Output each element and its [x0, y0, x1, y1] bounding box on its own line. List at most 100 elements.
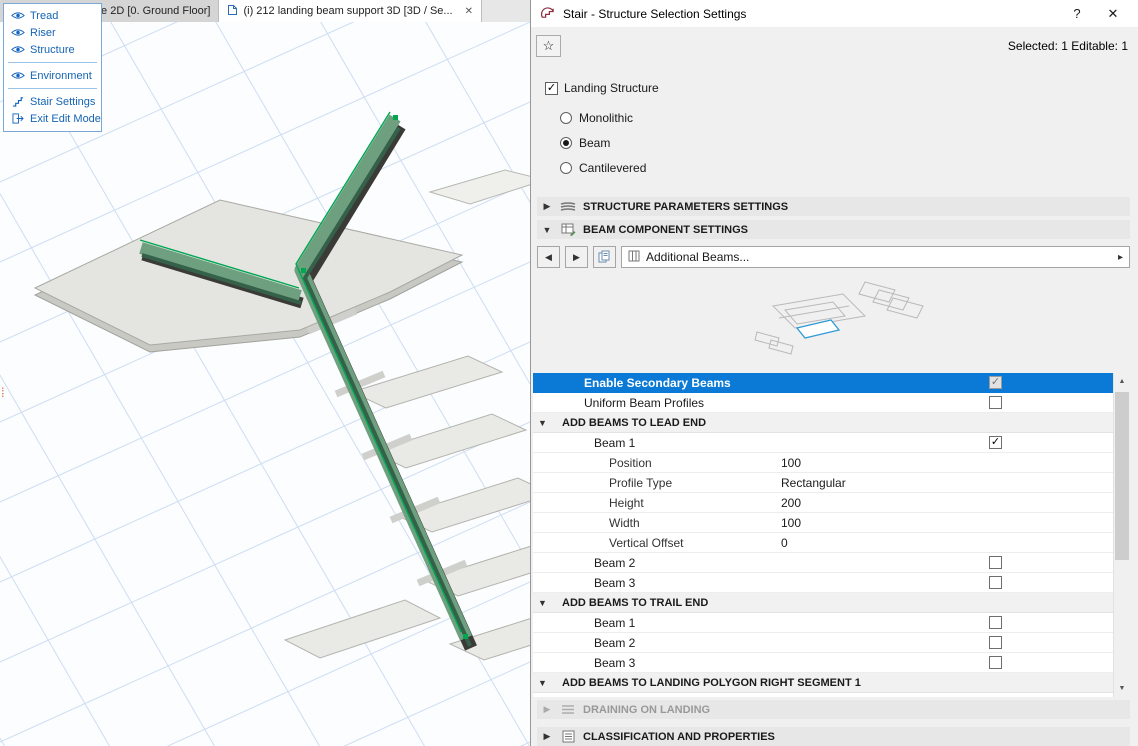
radio-icon[interactable]	[560, 162, 572, 174]
beam-preview-image	[531, 274, 1138, 370]
row-label: ADD BEAMS TO LANDING POLYGON RIGHT SEGME…	[533, 677, 861, 689]
structure-type-radio-group: Monolithic Beam Cantilevered	[560, 105, 1138, 180]
chevron-right-icon[interactable]: ▶	[541, 201, 553, 212]
table-row[interactable]: Beam 1	[533, 613, 1113, 633]
table-row[interactable]: Position100	[533, 453, 1113, 473]
draining-icon	[558, 704, 578, 715]
tab-close-icon[interactable]: ✕	[465, 6, 473, 17]
edit-panel-item-structure[interactable]: Structure	[4, 41, 101, 58]
stair-settings-icon	[10, 96, 25, 107]
row-value[interactable]: 100	[781, 516, 801, 530]
chevron-down-icon[interactable]: ▼	[538, 418, 547, 428]
close-icon[interactable]: ✕	[1098, 6, 1128, 22]
chevron-right-icon[interactable]: ▶	[541, 704, 553, 715]
section-label: CLASSIFICATION AND PROPERTIES	[583, 731, 775, 743]
row-checkbox[interactable]	[989, 616, 1002, 629]
tab-landing-beam-3d[interactable]: (i) 212 landing beam support 3D [3D / Se…	[219, 0, 482, 22]
edit-panel-item-environment[interactable]: Environment	[4, 67, 101, 84]
row-label: Beam 2	[533, 636, 635, 650]
arrow-left-icon: ◀	[545, 252, 552, 263]
section-structure-parameters[interactable]: ▶ STRUCTURE PARAMETERS SETTINGS	[537, 197, 1130, 216]
table-row[interactable]: Uniform Beam Profiles	[533, 393, 1113, 413]
table-row[interactable]: Beam 2	[533, 633, 1113, 653]
radio-cantilevered[interactable]: Cantilevered	[560, 155, 1138, 180]
section-beam-component[interactable]: ▼ BEAM COMPONENT SETTINGS	[537, 220, 1130, 239]
row-label: ADD BEAMS TO TRAIL END	[533, 597, 708, 609]
section-classification-properties[interactable]: ▶ CLASSIFICATION AND PROPERTIES	[537, 727, 1130, 746]
table-row[interactable]: Enable Secondary Beams✓	[533, 373, 1113, 393]
row-label: Height	[533, 496, 644, 510]
table-row[interactable]: Height 200	[533, 493, 1113, 513]
row-checkbox[interactable]	[989, 576, 1002, 589]
table-group-row[interactable]: ▼ADD BEAMS TO LEAD END	[533, 413, 1113, 433]
row-checkbox[interactable]	[989, 636, 1002, 649]
scrollbar-thumb[interactable]	[1115, 392, 1129, 560]
edit-panel-label: Tread	[30, 10, 58, 22]
section-draining-on-landing[interactable]: ▶ DRAINING ON LANDING	[537, 700, 1130, 719]
radio-icon[interactable]	[560, 137, 572, 149]
table-row[interactable]: Beam 2	[533, 553, 1113, 573]
row-checkbox[interactable]	[989, 656, 1002, 669]
table-scrollbar[interactable]: ▲ ▼	[1113, 373, 1130, 697]
eye-icon	[10, 11, 25, 20]
row-checkbox[interactable]: ✓	[989, 376, 1002, 389]
row-label: ADD BEAMS TO LEAD END	[533, 417, 706, 429]
landing-structure-checkbox-row[interactable]: ✓ Landing Structure	[545, 81, 1138, 95]
row-value[interactable]: 200	[781, 496, 801, 510]
row-label: Beam 3	[533, 656, 635, 670]
previous-page-button[interactable]: ◀	[537, 246, 560, 268]
row-checkbox[interactable]	[989, 396, 1002, 409]
table-row[interactable]: Beam 3	[533, 573, 1113, 593]
landing-structure-label: Landing Structure	[564, 81, 659, 95]
row-value[interactable]: 0	[781, 536, 788, 550]
scroll-up-icon[interactable]: ▲	[1114, 373, 1130, 390]
table-row[interactable]: Beam 1✓	[533, 433, 1113, 453]
scrollbar-track[interactable]	[1114, 390, 1130, 680]
landing-structure-checkbox[interactable]: ✓	[545, 82, 558, 95]
row-label: Beam 2	[533, 556, 635, 570]
row-label: Uniform Beam Profiles	[533, 396, 704, 410]
pager-next-icon[interactable]: ▸	[1118, 252, 1123, 263]
edit-panel-label: Environment	[30, 70, 92, 82]
edit-panel-item-exit-edit-mode[interactable]: Exit Edit Mode	[4, 110, 101, 127]
edit-panel-label: Exit Edit Mode	[30, 113, 101, 125]
row-value[interactable]: 100	[781, 456, 801, 470]
dialog-titlebar: Stair - Structure Selection Settings ? ✕	[531, 0, 1138, 27]
radio-label: Cantilevered	[579, 161, 646, 175]
scroll-down-icon[interactable]: ▼	[1114, 680, 1130, 697]
arrow-right-icon: ▶	[573, 252, 580, 263]
radio-monolithic[interactable]: Monolithic	[560, 105, 1138, 130]
chevron-down-icon[interactable]: ▼	[538, 598, 547, 608]
row-label: Profile Type	[533, 476, 672, 490]
transfer-settings-button[interactable]	[593, 246, 616, 268]
chevron-down-icon[interactable]: ▼	[541, 225, 553, 235]
edit-panel-label: Structure	[30, 44, 75, 56]
edit-panel-item-tread[interactable]: Tread	[4, 7, 101, 24]
table-group-row[interactable]: ▼ADD BEAMS TO LANDING POLYGON RIGHT SEGM…	[533, 673, 1113, 693]
help-icon[interactable]: ?	[1064, 6, 1090, 21]
table-row[interactable]: Profile Type Rectangular	[533, 473, 1113, 493]
palette-dock-marker[interactable]: ⁞	[1, 388, 5, 397]
table-row[interactable]: Vertical Offset0	[533, 533, 1113, 553]
chevron-down-icon[interactable]: ▼	[538, 678, 547, 688]
additional-beams-dropdown[interactable]: Additional Beams... ▸	[621, 246, 1130, 268]
row-checkbox[interactable]	[989, 556, 1002, 569]
beam-pager-toolbar: ◀ ▶ Additional Beams... ▸	[537, 246, 1130, 268]
favorites-row: ☆ Selected: 1 Editable: 1	[536, 35, 1128, 57]
table-group-row[interactable]: ▼ADD BEAMS TO TRAIL END	[533, 593, 1113, 613]
radio-beam[interactable]: Beam	[560, 130, 1138, 155]
radio-icon[interactable]	[560, 112, 572, 124]
tab-label: (i) 212 landing beam support 3D [3D / Se…	[243, 5, 452, 17]
favorites-button[interactable]: ☆	[536, 35, 561, 57]
next-page-button[interactable]: ▶	[565, 246, 588, 268]
table-row[interactable]: Beam 3	[533, 653, 1113, 673]
edit-panel-item-riser[interactable]: Riser	[4, 24, 101, 41]
section-label: STRUCTURE PARAMETERS SETTINGS	[583, 201, 788, 213]
edit-panel-item-stair-settings[interactable]: Stair Settings	[4, 93, 101, 110]
table-row[interactable]: Width100	[533, 513, 1113, 533]
row-checkbox[interactable]: ✓	[989, 436, 1002, 449]
exit-door-icon	[10, 113, 25, 124]
chevron-right-icon[interactable]: ▶	[541, 731, 553, 742]
edit-panel-label: Riser	[30, 27, 56, 39]
row-value[interactable]: Rectangular	[781, 476, 846, 490]
